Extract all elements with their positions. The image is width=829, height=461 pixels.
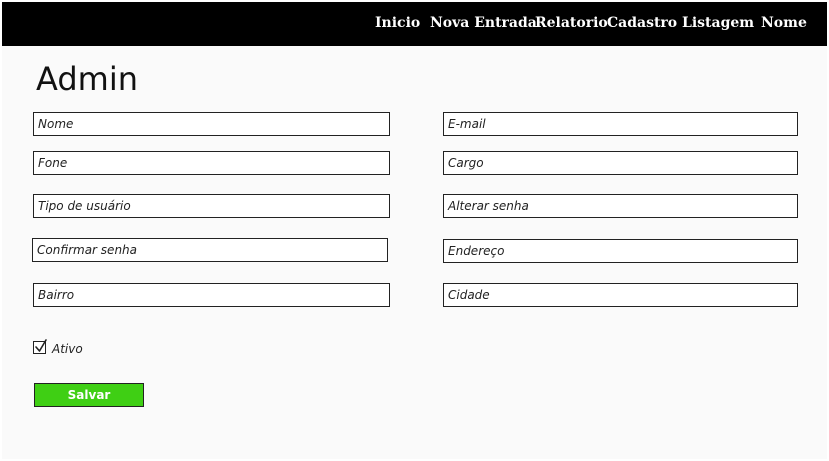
cidade-field[interactable]: Cidade: [443, 283, 798, 307]
alterar-senha-field[interactable]: Alterar senha: [443, 194, 798, 218]
app-window: Inicio Nova Entrada Relatorio Cadastro L…: [2, 2, 827, 459]
nav-item-inicio[interactable]: Inicio: [375, 15, 420, 31]
fone-field[interactable]: Fone: [33, 151, 390, 175]
ativo-checkbox[interactable]: [33, 339, 47, 354]
nav-item-relatorio[interactable]: Relatorio: [535, 15, 608, 31]
save-button[interactable]: Salvar: [34, 383, 144, 407]
bairro-field[interactable]: Bairro: [33, 283, 390, 307]
nome-field[interactable]: Nome: [33, 112, 390, 136]
confirmar-senha-field[interactable]: Confirmar senha: [32, 238, 388, 262]
nav-item-cadastro[interactable]: Cadastro: [607, 15, 677, 31]
cargo-field[interactable]: Cargo: [443, 151, 798, 175]
nav-item-nome[interactable]: Nome: [761, 15, 807, 31]
page-title: Admin: [36, 60, 138, 98]
ativo-label: Ativo: [52, 342, 83, 356]
tipo-usuario-field[interactable]: Tipo de usuário: [33, 194, 390, 218]
email-field[interactable]: E-mail: [443, 112, 798, 136]
top-navbar: Inicio Nova Entrada Relatorio Cadastro L…: [2, 2, 827, 46]
endereco-field[interactable]: Endereço: [443, 239, 798, 263]
checkmark-icon: [35, 339, 47, 352]
nav-item-nova-entrada[interactable]: Nova Entrada: [430, 15, 537, 31]
nav-item-listagem[interactable]: Listagem: [682, 15, 754, 31]
